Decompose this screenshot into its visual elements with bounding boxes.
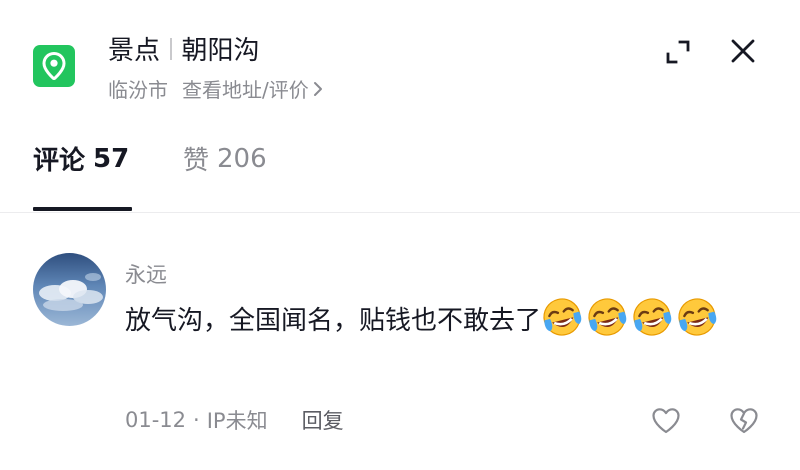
meta-separator: · bbox=[193, 408, 200, 432]
place-title: 景点 朝阳沟 bbox=[108, 30, 260, 67]
reply-button[interactable]: 回复 bbox=[302, 405, 344, 435]
location-pin-icon bbox=[33, 45, 75, 87]
tab-likes-label: 赞 bbox=[183, 146, 210, 176]
laughing-crying-emoji-icon bbox=[541, 296, 583, 338]
avatar[interactable] bbox=[33, 253, 106, 326]
active-tab-indicator bbox=[33, 207, 132, 211]
title-separator bbox=[170, 37, 172, 60]
laughing-crying-emoji-icon bbox=[586, 296, 628, 338]
heart-outline-icon bbox=[651, 407, 681, 434]
tab-likes-count: 206 bbox=[217, 143, 267, 174]
laughing-crying-emoji-icon bbox=[631, 296, 673, 338]
tab-bar: 评论 57 赞 206 bbox=[0, 130, 800, 212]
place-category: 景点 bbox=[108, 36, 161, 66]
comment-text: 放气沟，全国闻名，贴钱也不敢去了 bbox=[125, 306, 542, 336]
tab-comments-count: 57 bbox=[93, 143, 130, 174]
close-icon bbox=[730, 38, 756, 64]
like-button[interactable] bbox=[648, 403, 684, 437]
comment-date: 01-12 bbox=[125, 408, 187, 432]
place-city: 临汾市 bbox=[108, 78, 168, 102]
dislike-button[interactable] bbox=[726, 403, 762, 437]
location-header: 景点 朝阳沟 临汾市 查看地址/评价 bbox=[0, 0, 800, 110]
comment-item: 永远 放气沟，全国闻名，贴钱也不敢去了 01-12 · IP未知 回复 bbox=[0, 213, 800, 470]
expand-icon bbox=[664, 38, 692, 66]
comment-ip-location: IP未知 bbox=[206, 409, 268, 433]
expand-button[interactable] bbox=[660, 34, 696, 70]
laughing-crying-emoji-icon bbox=[676, 296, 718, 338]
chevron-right-icon[interactable] bbox=[313, 81, 323, 97]
comment-body: 放气沟，全国闻名，贴钱也不敢去了 bbox=[125, 296, 755, 346]
tab-comments-label: 评论 bbox=[33, 146, 86, 176]
comment-meta: 01-12 · IP未知 回复 bbox=[125, 405, 344, 435]
place-subtitle: 临汾市 查看地址/评价 bbox=[108, 74, 323, 103]
address-review-link[interactable]: 查看地址/评价 bbox=[182, 74, 309, 103]
place-name: 朝阳沟 bbox=[181, 36, 260, 66]
broken-heart-icon bbox=[729, 407, 759, 434]
tab-comments[interactable]: 评论 57 bbox=[33, 140, 129, 177]
close-button[interactable] bbox=[724, 32, 762, 70]
comment-username[interactable]: 永远 bbox=[125, 259, 167, 289]
tab-likes[interactable]: 赞 206 bbox=[183, 140, 267, 177]
